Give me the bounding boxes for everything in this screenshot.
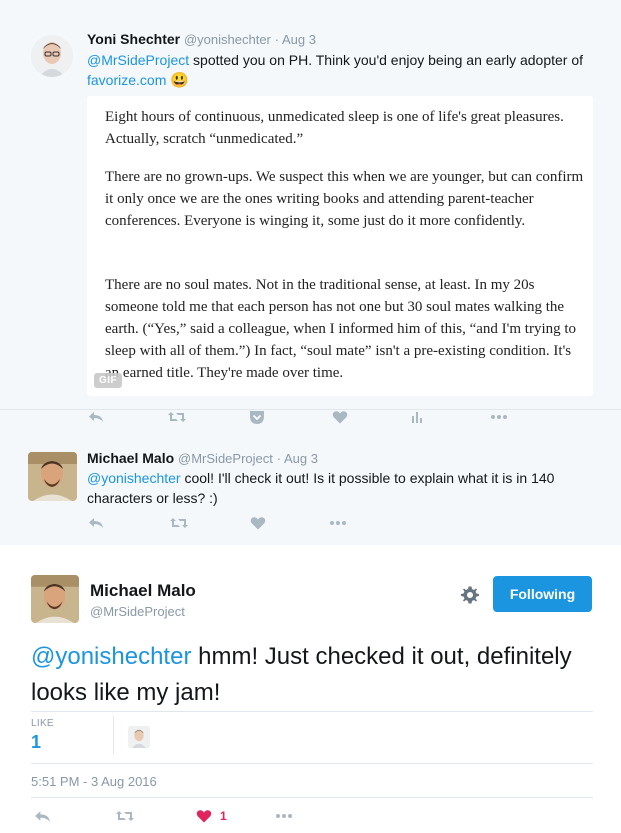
avatar-michael[interactable] bbox=[31, 575, 79, 623]
like-stat-count[interactable]: 1 bbox=[31, 732, 41, 753]
tweet-text: @yonishechter cool! I'll check it out! I… bbox=[87, 468, 557, 508]
like-stat-label: LIKE bbox=[31, 718, 54, 729]
tweet-timestamp[interactable]: 5:51 PM - 3 Aug 2016 bbox=[31, 774, 157, 789]
tweet-text: @yonishechter hmm! Just checked it out, … bbox=[31, 639, 591, 711]
more-icon[interactable] bbox=[326, 513, 350, 533]
avatar-michael[interactable] bbox=[28, 452, 77, 501]
author-name[interactable]: Michael Malo bbox=[87, 450, 174, 466]
gear-icon[interactable] bbox=[459, 584, 481, 606]
tweet-body: spotted you on PH. Think you'd enjoy bei… bbox=[193, 52, 584, 68]
author-name[interactable]: Yoni Shechter bbox=[87, 31, 180, 47]
quote-paragraph: There are no soul mates. Not in the trad… bbox=[105, 277, 577, 381]
quote-paragraph: There are no grown-ups. We suspect this … bbox=[105, 169, 584, 229]
retweet-icon[interactable] bbox=[167, 513, 191, 533]
tweet-header: Yoni Shechter @yonishechter · Aug 3 bbox=[87, 31, 316, 47]
divider bbox=[31, 797, 593, 798]
following-button[interactable]: Following bbox=[493, 576, 592, 612]
mention-link[interactable]: @MrSideProject bbox=[87, 52, 189, 68]
mention-link[interactable]: @yonishechter bbox=[87, 470, 181, 486]
tweet-yoni[interactable]: Yoni Shechter @yonishechter · Aug 3 @MrS… bbox=[0, 0, 621, 424]
author-name[interactable]: Michael Malo bbox=[90, 581, 196, 601]
heart-icon[interactable] bbox=[192, 806, 216, 826]
mention-link[interactable]: @yonishechter bbox=[31, 643, 191, 670]
liker-avatar[interactable] bbox=[128, 726, 150, 748]
divider bbox=[31, 711, 593, 712]
quote-paragraph: Eight hours of continuous, unmedicated s… bbox=[105, 109, 564, 147]
retweet-icon[interactable] bbox=[113, 806, 137, 826]
smiley-emoji: 😃 bbox=[170, 72, 189, 89]
tweet-header: Michael Malo @MrSideProject · Aug 3 bbox=[87, 450, 318, 466]
author-screen-name[interactable]: @yonishechter bbox=[184, 32, 271, 47]
author-screen-name[interactable]: @MrSideProject bbox=[178, 451, 273, 466]
favorize-link[interactable]: favorize.com bbox=[87, 72, 166, 88]
gif-badge: GIF bbox=[94, 373, 123, 388]
heart-icon[interactable] bbox=[246, 513, 270, 533]
conversation-thread: Yoni Shechter @yonishechter · Aug 3 @MrS… bbox=[0, 0, 621, 545]
permalink-tweet: Michael Malo @MrSideProject Following @y… bbox=[0, 545, 621, 833]
heart-count: 1 bbox=[220, 809, 227, 823]
tweet-date[interactable]: · Aug 3 bbox=[277, 451, 318, 466]
more-icon[interactable] bbox=[272, 806, 296, 826]
gif-media-card[interactable]: Eight hours of continuous, unmedicated s… bbox=[87, 96, 593, 396]
stats-divider bbox=[113, 716, 114, 754]
reply-icon[interactable] bbox=[30, 806, 54, 826]
divider bbox=[31, 763, 593, 764]
tweet-date[interactable]: · Aug 3 bbox=[275, 32, 316, 47]
author-screen-name[interactable]: @MrSideProject bbox=[90, 604, 185, 619]
reply-icon[interactable] bbox=[84, 513, 108, 533]
tweet-text: @MrSideProject spotted you on PH. Think … bbox=[87, 50, 597, 91]
avatar-yoni[interactable] bbox=[31, 35, 73, 77]
